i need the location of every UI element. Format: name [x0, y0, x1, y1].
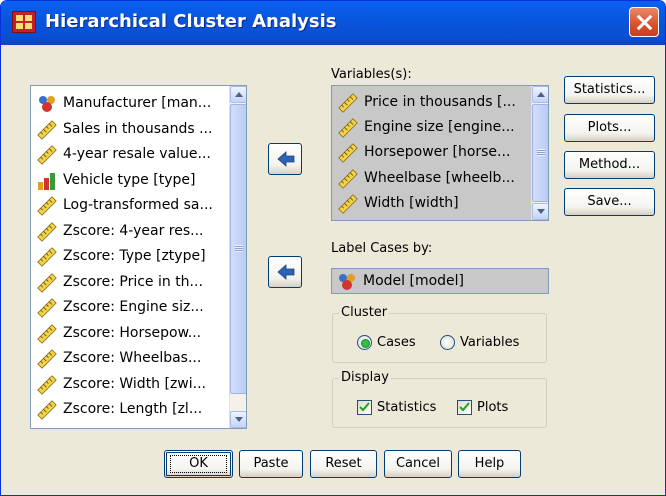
cluster-group: Cluster Cases Variables: [332, 305, 547, 363]
left-arrow-icon: [277, 264, 295, 280]
variables-label: Variables(s):: [331, 67, 412, 82]
scale-variable-icon: [37, 374, 57, 395]
source-list-item-label: Zscore: Horsepow...: [63, 324, 202, 341]
variables-list-item-label: Engine size [engine...: [364, 119, 515, 136]
scale-variable-icon: [37, 247, 57, 267]
scale-variable-icon: [37, 323, 57, 344]
source-list-scrollbar[interactable]: [229, 86, 246, 428]
source-list-item-label: Zscore: Length [zl...: [63, 401, 203, 417]
ordinal-variable-icon: [38, 172, 55, 190]
variables-list-item-label: Width [width]: [364, 194, 459, 211]
scale-variable-icon: [37, 298, 57, 318]
variables-list-item-label: Wheelbase [wheelb...: [364, 169, 515, 186]
cluster-group-title: Cluster: [339, 305, 390, 320]
statistics-button[interactable]: Statistics...: [564, 76, 655, 104]
scroll-up-icon[interactable]: [532, 86, 548, 103]
scale-variable-icon: [37, 221, 57, 242]
reset-button[interactable]: Reset: [310, 450, 377, 478]
scale-variable-icon: [338, 118, 358, 138]
ok-button[interactable]: OK: [164, 450, 233, 478]
source-list-item-label: Sales in thousands ...: [63, 120, 213, 137]
variables-list-item-label: Horsepower [horse...: [364, 144, 511, 161]
source-list-item-label: Zscore: Wheelbas...: [63, 350, 202, 366]
scroll-down-icon[interactable]: [532, 203, 548, 220]
variables-list-scrollbar[interactable]: [531, 86, 548, 220]
title-bar: Hierarchical Cluster Analysis: [1, 1, 665, 45]
label-cases-label: Label Cases by:: [331, 241, 433, 256]
cancel-button[interactable]: Cancel: [384, 450, 452, 478]
scale-variable-icon: [338, 194, 358, 214]
variables-list-item-label: Price in thousands [...: [364, 94, 516, 110]
source-list-item-label: Zscore: 4-year res...: [63, 222, 204, 239]
source-list-item-label: Zscore: Price in th...: [63, 273, 203, 290]
source-list-item-label: Zscore: Width [zwi...: [63, 375, 207, 392]
scroll-thumb[interactable]: [230, 104, 246, 394]
source-list-item-label: Zscore: Type [ztype]: [63, 248, 206, 264]
source-list-item-label: Log-transformed sa...: [63, 197, 213, 213]
source-list-item-label: 4-year resale value...: [63, 146, 211, 162]
variables-list[interactable]: Price in thousands [... Engine size [engi…: [331, 85, 549, 221]
scale-variable-icon: [338, 93, 358, 113]
left-arrow-icon: [277, 151, 295, 167]
scale-variable-icon: [37, 272, 57, 293]
display-group: Display Statistics Plots: [332, 370, 547, 428]
cluster-variables-label: Variables: [460, 335, 520, 350]
plots-checkbox-label: Plots: [477, 400, 509, 415]
save-button[interactable]: Save...: [564, 188, 655, 216]
help-button[interactable]: Help: [458, 450, 521, 478]
close-icon[interactable]: [629, 7, 659, 37]
plots-checkbox[interactable]: [457, 400, 472, 415]
cluster-cases-label: Cases: [377, 335, 416, 350]
checkmark-icon: [459, 402, 470, 412]
paste-button[interactable]: Paste: [239, 450, 303, 478]
scale-variable-icon: [37, 119, 57, 140]
label-cases-value: Model [model]: [363, 273, 465, 289]
scale-variable-icon: [338, 168, 358, 189]
move-to-label-cases-button[interactable]: [268, 256, 302, 288]
source-variable-list[interactable]: Manufacturer [man... Sales in thousands .…: [30, 85, 247, 429]
scroll-up-icon[interactable]: [230, 86, 246, 103]
source-list-item-label: Vehicle type [type]: [63, 171, 196, 188]
app-icon: [12, 11, 36, 33]
move-to-variables-button[interactable]: [268, 143, 302, 175]
scale-variable-icon: [37, 349, 57, 369]
source-list-item-label: Zscore: Engine siz...: [63, 299, 204, 315]
statistics-checkbox-label: Statistics: [377, 400, 437, 415]
scroll-down-icon[interactable]: [230, 411, 246, 428]
nominal-variable-icon: [339, 274, 355, 290]
cluster-variables-radio[interactable]: [440, 335, 455, 350]
scale-variable-icon: [338, 143, 358, 164]
source-list-item-label: Manufacturer [man...: [63, 95, 212, 111]
scale-variable-icon: [37, 196, 57, 216]
label-cases-field[interactable]: Model [model]: [331, 268, 549, 294]
cluster-cases-radio[interactable]: [357, 335, 372, 350]
statistics-checkbox[interactable]: [357, 400, 372, 415]
scroll-thumb[interactable]: [532, 104, 548, 202]
plots-button[interactable]: Plots...: [564, 114, 655, 142]
scale-variable-icon: [37, 145, 57, 165]
scale-variable-icon: [37, 400, 57, 420]
method-button[interactable]: Method...: [564, 151, 655, 179]
dialog-window: Hierarchical Cluster Analysis Manufactur…: [0, 0, 666, 496]
nominal-variable-icon: [39, 96, 55, 112]
checkmark-icon: [359, 402, 370, 412]
display-group-title: Display: [339, 370, 391, 385]
window-title: Hierarchical Cluster Analysis: [45, 11, 337, 32]
